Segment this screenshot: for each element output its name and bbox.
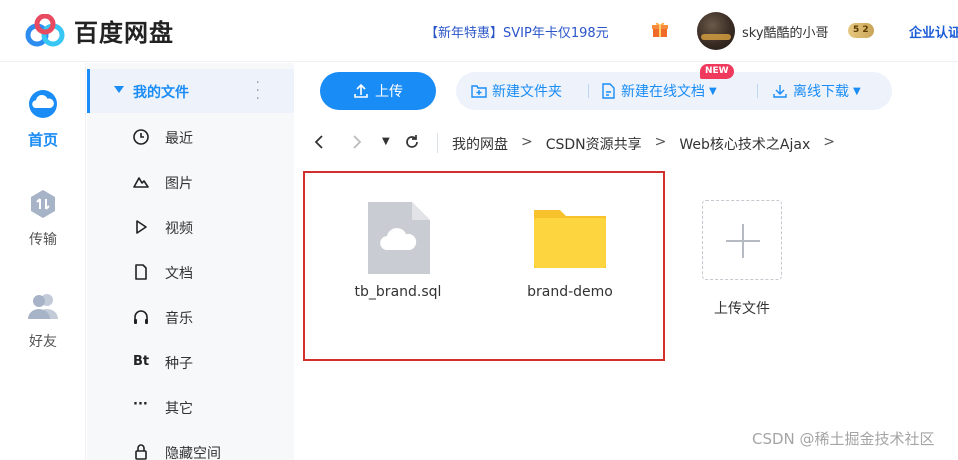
logo-text: 百度网盘: [74, 19, 174, 47]
rail-item-transfer[interactable]: 传输: [0, 189, 86, 249]
document-icon: [135, 264, 147, 280]
back-icon[interactable]: [314, 134, 324, 154]
sidebar-item-label: 视频: [165, 221, 193, 237]
new-folder-button[interactable]: 新建文件夹: [471, 81, 562, 101]
sidebar-item-images[interactable]: 图片: [87, 162, 294, 202]
sidebar-item-music[interactable]: 音乐: [87, 297, 294, 337]
dropdown-caret-icon: ▼: [709, 85, 717, 97]
dropdown-caret-icon: ▼: [853, 85, 861, 97]
breadcrumb-item[interactable]: 我的网盘: [452, 134, 508, 154]
folder-item[interactable]: brand-demo: [512, 200, 628, 300]
sidebar-item-label: 文档: [165, 266, 193, 282]
upload-file-label: 上传文件: [714, 301, 770, 317]
svip-promo-link[interactable]: 【新年特惠】SVIP年卡仅198元: [425, 22, 609, 41]
expand-triangle-icon[interactable]: [114, 86, 124, 93]
toolbar-divider: [757, 84, 758, 98]
avatar[interactable]: [697, 12, 735, 50]
rail-label-home: 首页: [27, 131, 58, 149]
sidebar-item-label: 其它: [165, 401, 193, 417]
more-icon: ···: [133, 397, 148, 412]
breadcrumb-separator: >: [654, 134, 667, 150]
new-folder-label: 新建文件夹: [492, 84, 562, 100]
sidebar-header-label: 我的文件: [133, 85, 189, 101]
transfer-icon: [31, 190, 55, 218]
sidebar-item-label: 隐藏空间: [165, 446, 221, 460]
offline-download-label: 离线下载: [793, 84, 849, 100]
logo[interactable]: 百度网盘: [24, 13, 174, 48]
bt-icon: Bt: [133, 354, 150, 369]
upload-button-label: 上传: [375, 83, 403, 99]
folder-name: brand-demo: [527, 284, 613, 300]
breadcrumb: 我的网盘 > CSDN资源共享 > Web核心技术之Ajax >: [452, 134, 848, 154]
folder-icon: [534, 210, 606, 268]
sidebar-item-label: 种子: [165, 356, 193, 372]
left-rail: 首页 传输 好友: [0, 63, 86, 460]
breadcrumb-separator: >: [823, 134, 835, 150]
lock-icon: [135, 444, 147, 460]
sidebar-item-label: 最近: [165, 131, 193, 147]
history-dropdown-icon[interactable]: ▼: [382, 136, 390, 147]
rail-item-home[interactable]: 首页: [0, 89, 86, 150]
top-header: 百度网盘 【新年特惠】SVIP年卡仅198元 sky酷酷的小哥 5 2 企业认证: [0, 0, 958, 62]
breadcrumb-item[interactable]: Web核心技术之Ajax: [679, 134, 810, 154]
breadcrumb-separator: >: [521, 134, 533, 150]
forward-icon[interactable]: [352, 134, 362, 154]
sidebar-item-documents[interactable]: 文档: [87, 252, 294, 292]
sidebar-item-recent[interactable]: 最近: [87, 117, 294, 157]
upload-icon: [354, 83, 368, 98]
rail-item-friends[interactable]: 好友: [0, 291, 86, 351]
sidebar-item-videos[interactable]: 视频: [87, 207, 294, 247]
refresh-icon[interactable]: [404, 134, 420, 154]
enterprise-auth-link[interactable]: 企业认证: [909, 22, 958, 41]
navigation-bar: ▼ 我的网盘 > CSDN资源共享 > Web核心技术之Ajax >: [300, 125, 958, 161]
file-category-sidebar: 我的文件 · · · 最近 图片 视频 文档 音乐 Bt 种子 ··· 其它 隐藏空…: [87, 63, 294, 460]
sidebar-item-others[interactable]: ··· 其它: [87, 387, 294, 427]
new-online-doc-label: 新建在线文档: [621, 84, 705, 100]
baidu-netdisk-logo-icon: [25, 13, 65, 46]
download-icon: [773, 85, 787, 98]
upload-button[interactable]: 上传: [320, 72, 436, 110]
friends-icon: [28, 294, 58, 319]
play-icon: [136, 220, 147, 234]
cloud-home-icon: [29, 90, 57, 118]
offline-download-button[interactable]: 离线下载 ▼: [772, 81, 861, 101]
watermark: CSDN @稀土掘金技术社区: [752, 430, 935, 448]
headphones-icon: [134, 310, 148, 324]
sidebar-item-label: 音乐: [165, 311, 193, 327]
more-options-icon[interactable]: · · ·: [256, 76, 260, 106]
nav-divider: [437, 133, 438, 153]
rail-label-transfer: 传输: [29, 232, 57, 248]
sidebar-item-torrents[interactable]: Bt 种子: [87, 342, 294, 382]
vip-level-badge: 5 2: [848, 23, 874, 38]
rail-label-friends: 好友: [29, 334, 57, 350]
upload-file-tile[interactable]: [702, 200, 782, 280]
new-badge: NEW: [700, 64, 734, 79]
sidebar-item-label: 图片: [165, 176, 193, 192]
toolbar-divider: [588, 84, 589, 98]
new-online-doc-button[interactable]: 新建在线文档 ▼: [601, 81, 717, 101]
new-doc-icon: [602, 83, 615, 99]
clock-icon: [133, 129, 149, 145]
mountain-icon: [133, 177, 149, 188]
file-name: tb_brand.sql: [354, 284, 442, 300]
gift-icon[interactable]: [651, 21, 669, 39]
cloud-file-icon: [368, 202, 430, 274]
toolbar-actions: 新建文件夹 新建在线文档 ▼ 离线下载 ▼: [456, 72, 892, 110]
file-item[interactable]: tb_brand.sql: [340, 200, 456, 300]
sidebar-item-my-files[interactable]: 我的文件 · · ·: [87, 69, 294, 113]
username[interactable]: sky酷酷的小哥: [742, 22, 829, 41]
new-folder-icon: [471, 85, 487, 98]
breadcrumb-item[interactable]: CSDN资源共享: [546, 134, 642, 154]
sidebar-item-hidden-space[interactable]: 隐藏空间: [87, 432, 294, 460]
